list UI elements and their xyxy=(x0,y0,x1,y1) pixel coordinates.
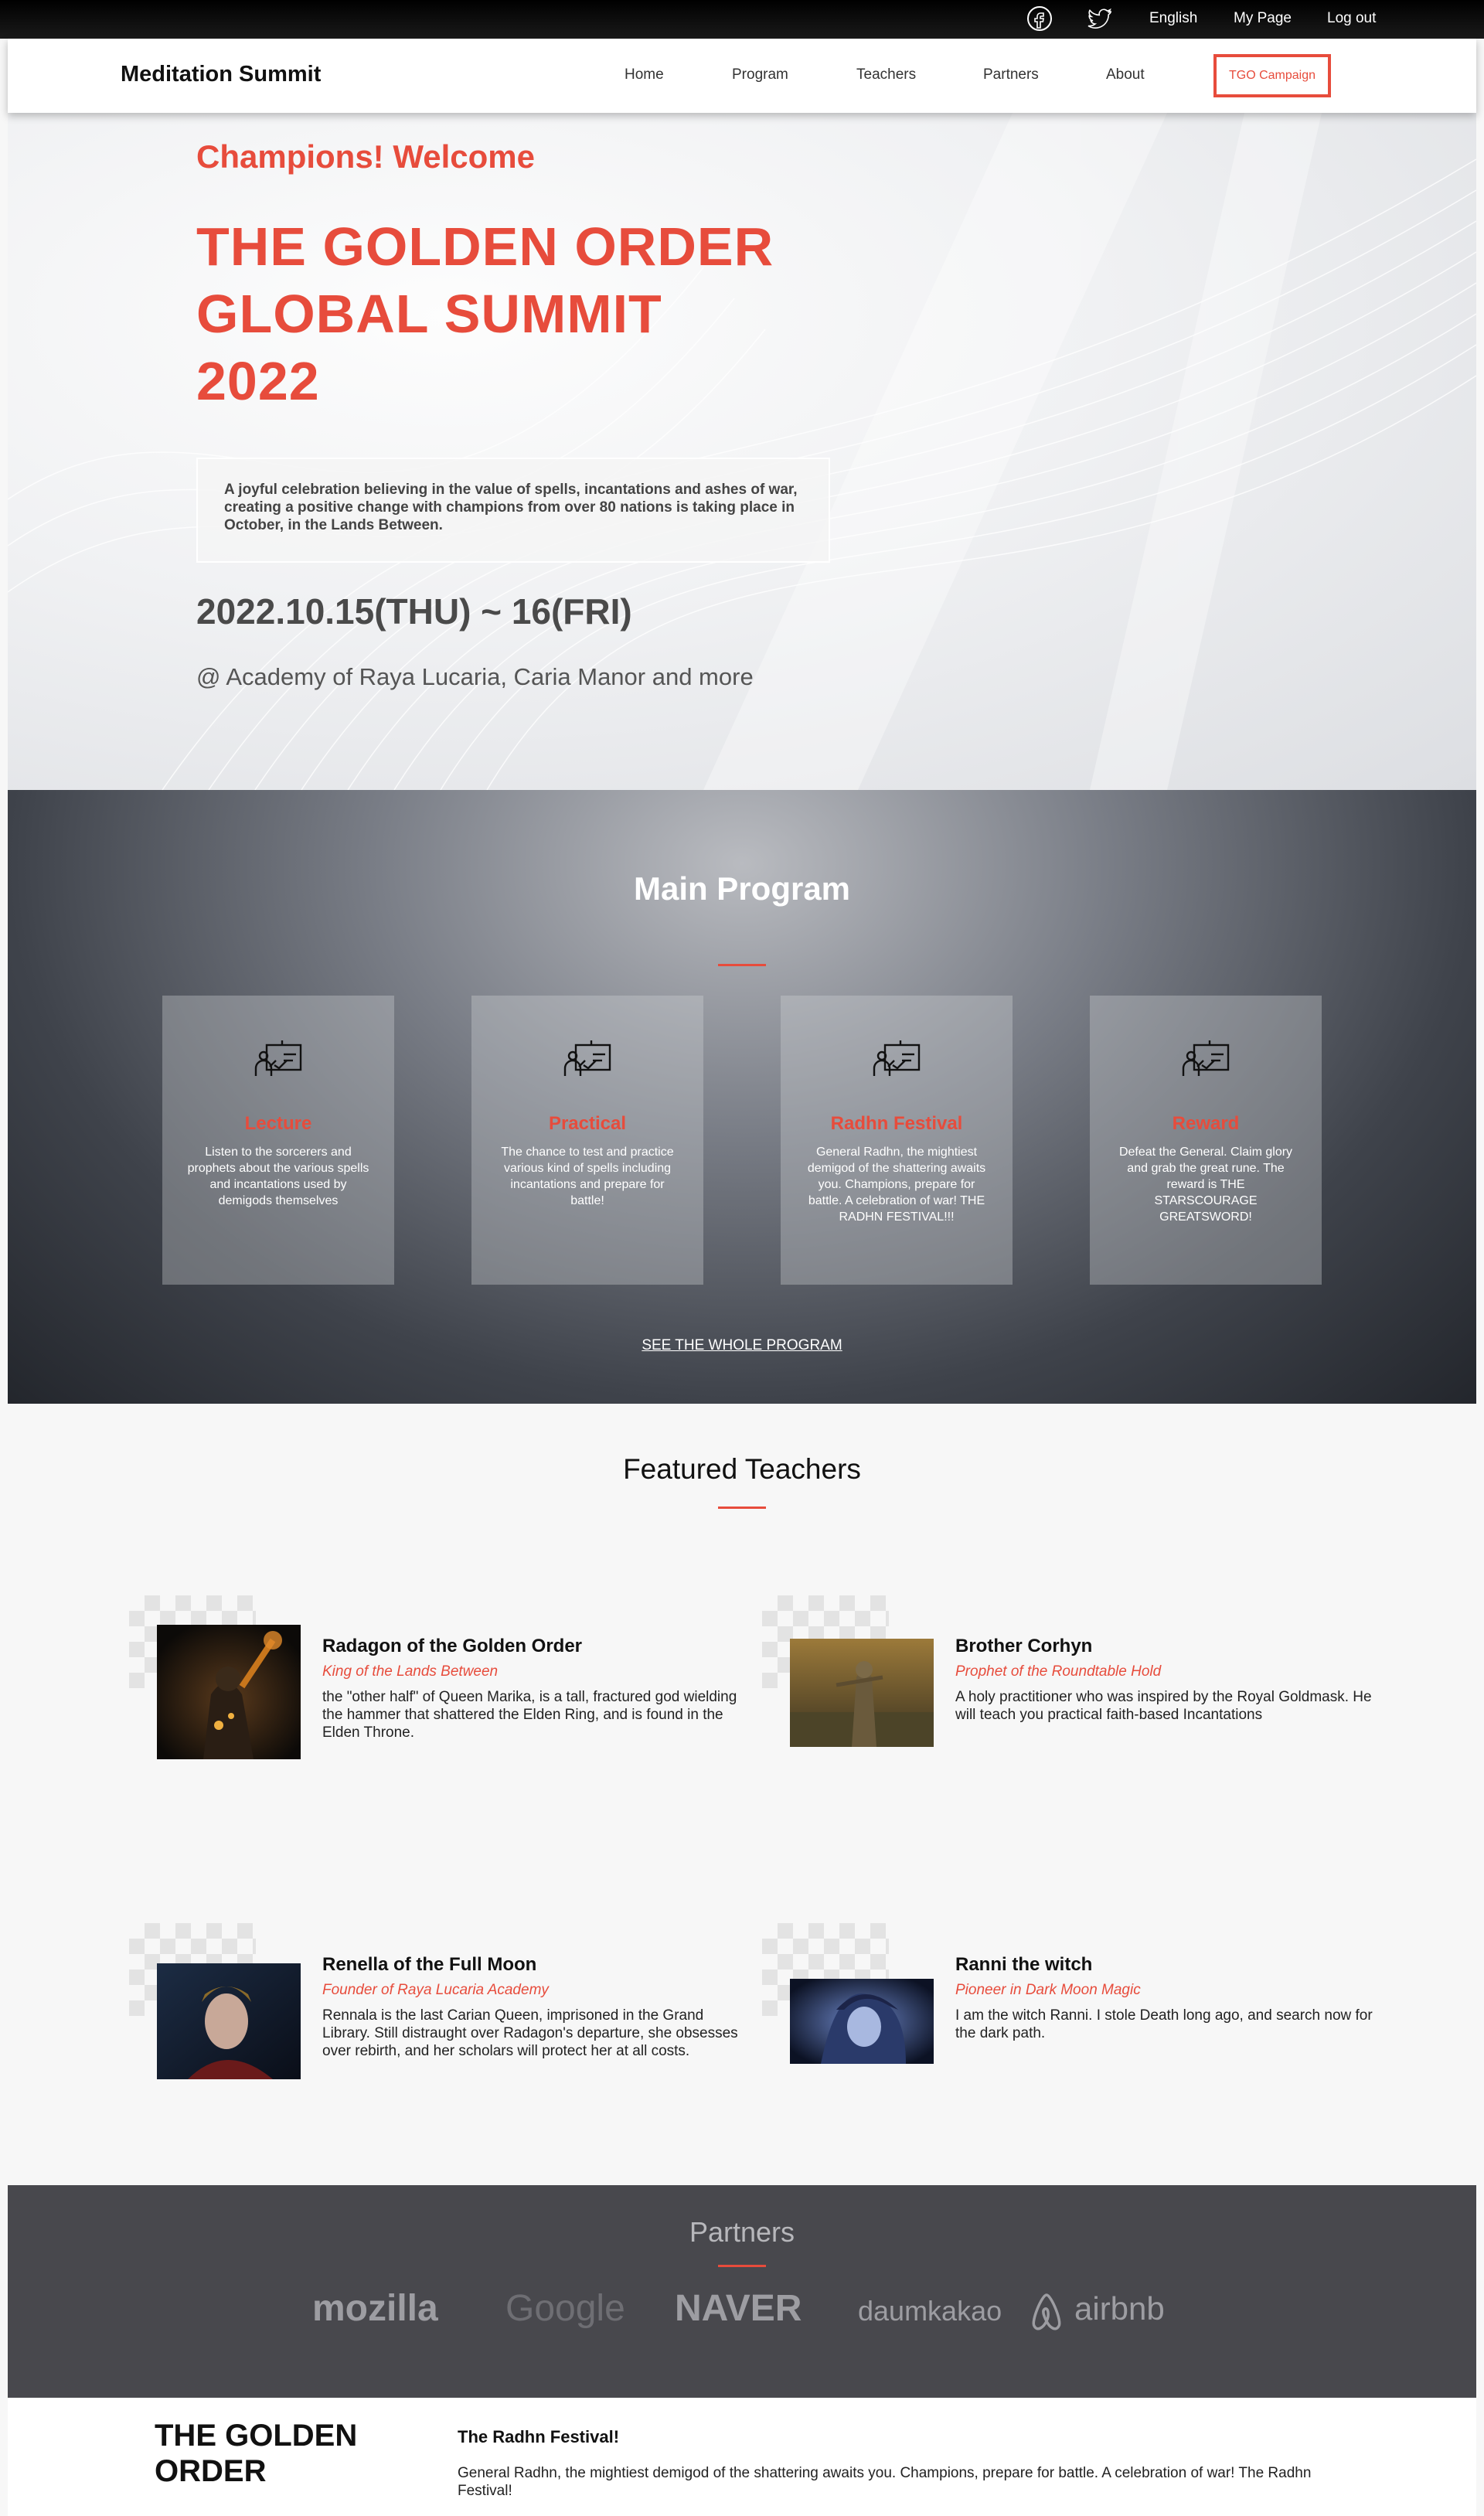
teacher-photo-corhyn xyxy=(790,1639,934,1747)
teacher-name: Ranni the witch xyxy=(955,1954,1093,1975)
nav-program[interactable]: Program xyxy=(732,66,788,83)
teacher-bio: the "other half" of Queen Marika, is a t… xyxy=(322,1689,737,1741)
language-link[interactable]: English xyxy=(1149,10,1197,27)
partner-logo-airbnb[interactable]: airbnb xyxy=(1074,2290,1165,2327)
teacher-bio: Rennala is the last Carian Queen, impris… xyxy=(322,2007,738,2059)
teacher-bio: A holy practitioner who was inspired by … xyxy=(955,1689,1372,1723)
footer-heading: The Radhn Festival! xyxy=(458,2427,620,2446)
program-card-desc: The chance to test and practice various … xyxy=(501,1146,674,1207)
presentation-board-icon xyxy=(1182,1040,1230,1076)
nav-partners[interactable]: Partners xyxy=(983,66,1039,83)
see-whole-program-link[interactable]: SEE THE WHOLE PROGRAM xyxy=(8,1337,1476,1354)
partners-section: Partners mozilla Google NAVER daumkakao … xyxy=(8,2185,1476,2398)
tgo-campaign-button[interactable]: TGO Campaign xyxy=(1213,54,1331,97)
nav-about[interactable]: About xyxy=(1106,66,1145,83)
teacher-photo-rennala xyxy=(157,1963,301,2079)
teacher-card[interactable]: Brother Corhyn Prophet of the Roundtable… xyxy=(762,1595,1372,1765)
title-underline xyxy=(718,964,766,966)
nav-home[interactable]: Home xyxy=(625,66,664,83)
teacher-bio: I am the witch Ranni. I stole Death long… xyxy=(955,2007,1373,2041)
teacher-name: Renella of the Full Moon xyxy=(322,1954,537,1975)
presentation-board-icon xyxy=(873,1040,921,1076)
teacher-role: Pioneer in Dark Moon Magic xyxy=(955,1982,1141,1998)
teachers-title: Featured Teachers xyxy=(623,1453,861,1485)
site-logo[interactable]: Meditation Summit xyxy=(121,62,321,87)
hero-description: A joyful celebration believing in the va… xyxy=(196,458,830,563)
teacher-name: Brother Corhyn xyxy=(955,1636,1093,1656)
program-card-reward[interactable]: Reward Defeat the General. Claim glory a… xyxy=(1090,996,1322,1285)
section-title: Main Program xyxy=(633,870,851,907)
teacher-card[interactable]: Radagon of the Golden Order King of the … xyxy=(129,1595,737,1765)
partner-logo-daumkakao[interactable]: daumkakao xyxy=(858,2295,1002,2327)
presentation-board-icon xyxy=(563,1040,611,1076)
hero-title-line: THE GOLDEN ORDER xyxy=(196,216,774,277)
footer-logo: THE GOLDEN ORDER xyxy=(155,2419,358,2488)
event-venue: @ Academy of Raya Lucaria, Caria Manor a… xyxy=(196,663,754,690)
teacher-photo-radagon xyxy=(157,1625,301,1759)
nav-teachers[interactable]: Teachers xyxy=(856,66,916,83)
program-card-title: Radhn Festival xyxy=(830,1113,963,1134)
teacher-role: Founder of Raya Lucaria Academy xyxy=(322,1982,549,1998)
hero-title-line: 2022 xyxy=(196,351,320,411)
program-card-desc: Listen to the sorcerers and prophets abo… xyxy=(187,1146,369,1207)
program-card-title: Lecture xyxy=(244,1113,312,1134)
partner-logo-mozilla[interactable]: mozilla xyxy=(312,2287,438,2330)
footer: THE GOLDEN ORDER The Radhn Festival! Gen… xyxy=(8,2398,1476,2516)
twitter-icon[interactable] xyxy=(1086,5,1114,32)
partner-logo-google[interactable]: Google xyxy=(505,2287,625,2330)
presentation-board-icon xyxy=(254,1040,302,1076)
hero-title: THE GOLDEN ORDER GLOBAL SUMMIT 2022 xyxy=(196,213,892,415)
program-card-practical[interactable]: Practical The chance to test and practic… xyxy=(471,996,703,1285)
teacher-role: King of the Lands Between xyxy=(322,1663,499,1680)
teacher-name: Radagon of the Golden Order xyxy=(322,1636,583,1656)
top-bar: English My Page Log out xyxy=(0,0,1484,39)
footer-text: General Radhn, the mightiest demigod of … xyxy=(458,2465,1312,2499)
my-page-link[interactable]: My Page xyxy=(1234,10,1292,27)
program-card-radhn-festival[interactable]: Radhn Festival General Radhn, the mighti… xyxy=(781,996,1013,1285)
hero-title-line: GLOBAL SUMMIT xyxy=(196,284,662,344)
hero-welcome: Champions! Welcome xyxy=(196,138,535,175)
main-nav: Meditation Summit Home Program Teachers … xyxy=(8,39,1476,113)
logout-link[interactable]: Log out xyxy=(1327,10,1376,27)
teacher-card[interactable]: Renella of the Full Moon Founder of Raya… xyxy=(129,1923,738,2093)
program-card-title: Reward xyxy=(1172,1113,1240,1134)
section-title: Partners xyxy=(689,2216,795,2248)
event-date: 2022.10.15(THU) ~ 16(FRI) xyxy=(196,591,632,632)
main-program-section: Main Program Lecture Listen to the sorce… xyxy=(8,790,1476,1404)
title-underline xyxy=(718,1507,766,1509)
facebook-icon[interactable] xyxy=(1026,5,1053,32)
program-card-title: Practical xyxy=(548,1113,627,1134)
teacher-card[interactable]: Ranni the witch Pioneer in Dark Moon Mag… xyxy=(762,1923,1373,2093)
program-card-desc: General Radhn, the mightiest demigod of … xyxy=(807,1146,986,1224)
teacher-role: Prophet of the Roundtable Hold xyxy=(955,1663,1162,1680)
teacher-photo-ranni xyxy=(790,1979,934,2064)
airbnb-icon xyxy=(1032,2293,1061,2330)
hero-section: Champions! Welcome THE GOLDEN ORDER GLOB… xyxy=(8,113,1476,790)
page: { "topbar": { "social": [ {"icon": "face… xyxy=(0,0,1484,2516)
program-card-desc: Defeat the General. Claim glory and grab… xyxy=(1118,1146,1293,1224)
program-card-lecture[interactable]: Lecture Listen to the sorcerers and prop… xyxy=(162,996,394,1285)
title-underline xyxy=(718,2265,766,2267)
partner-logo-naver[interactable]: NAVER xyxy=(675,2287,802,2330)
